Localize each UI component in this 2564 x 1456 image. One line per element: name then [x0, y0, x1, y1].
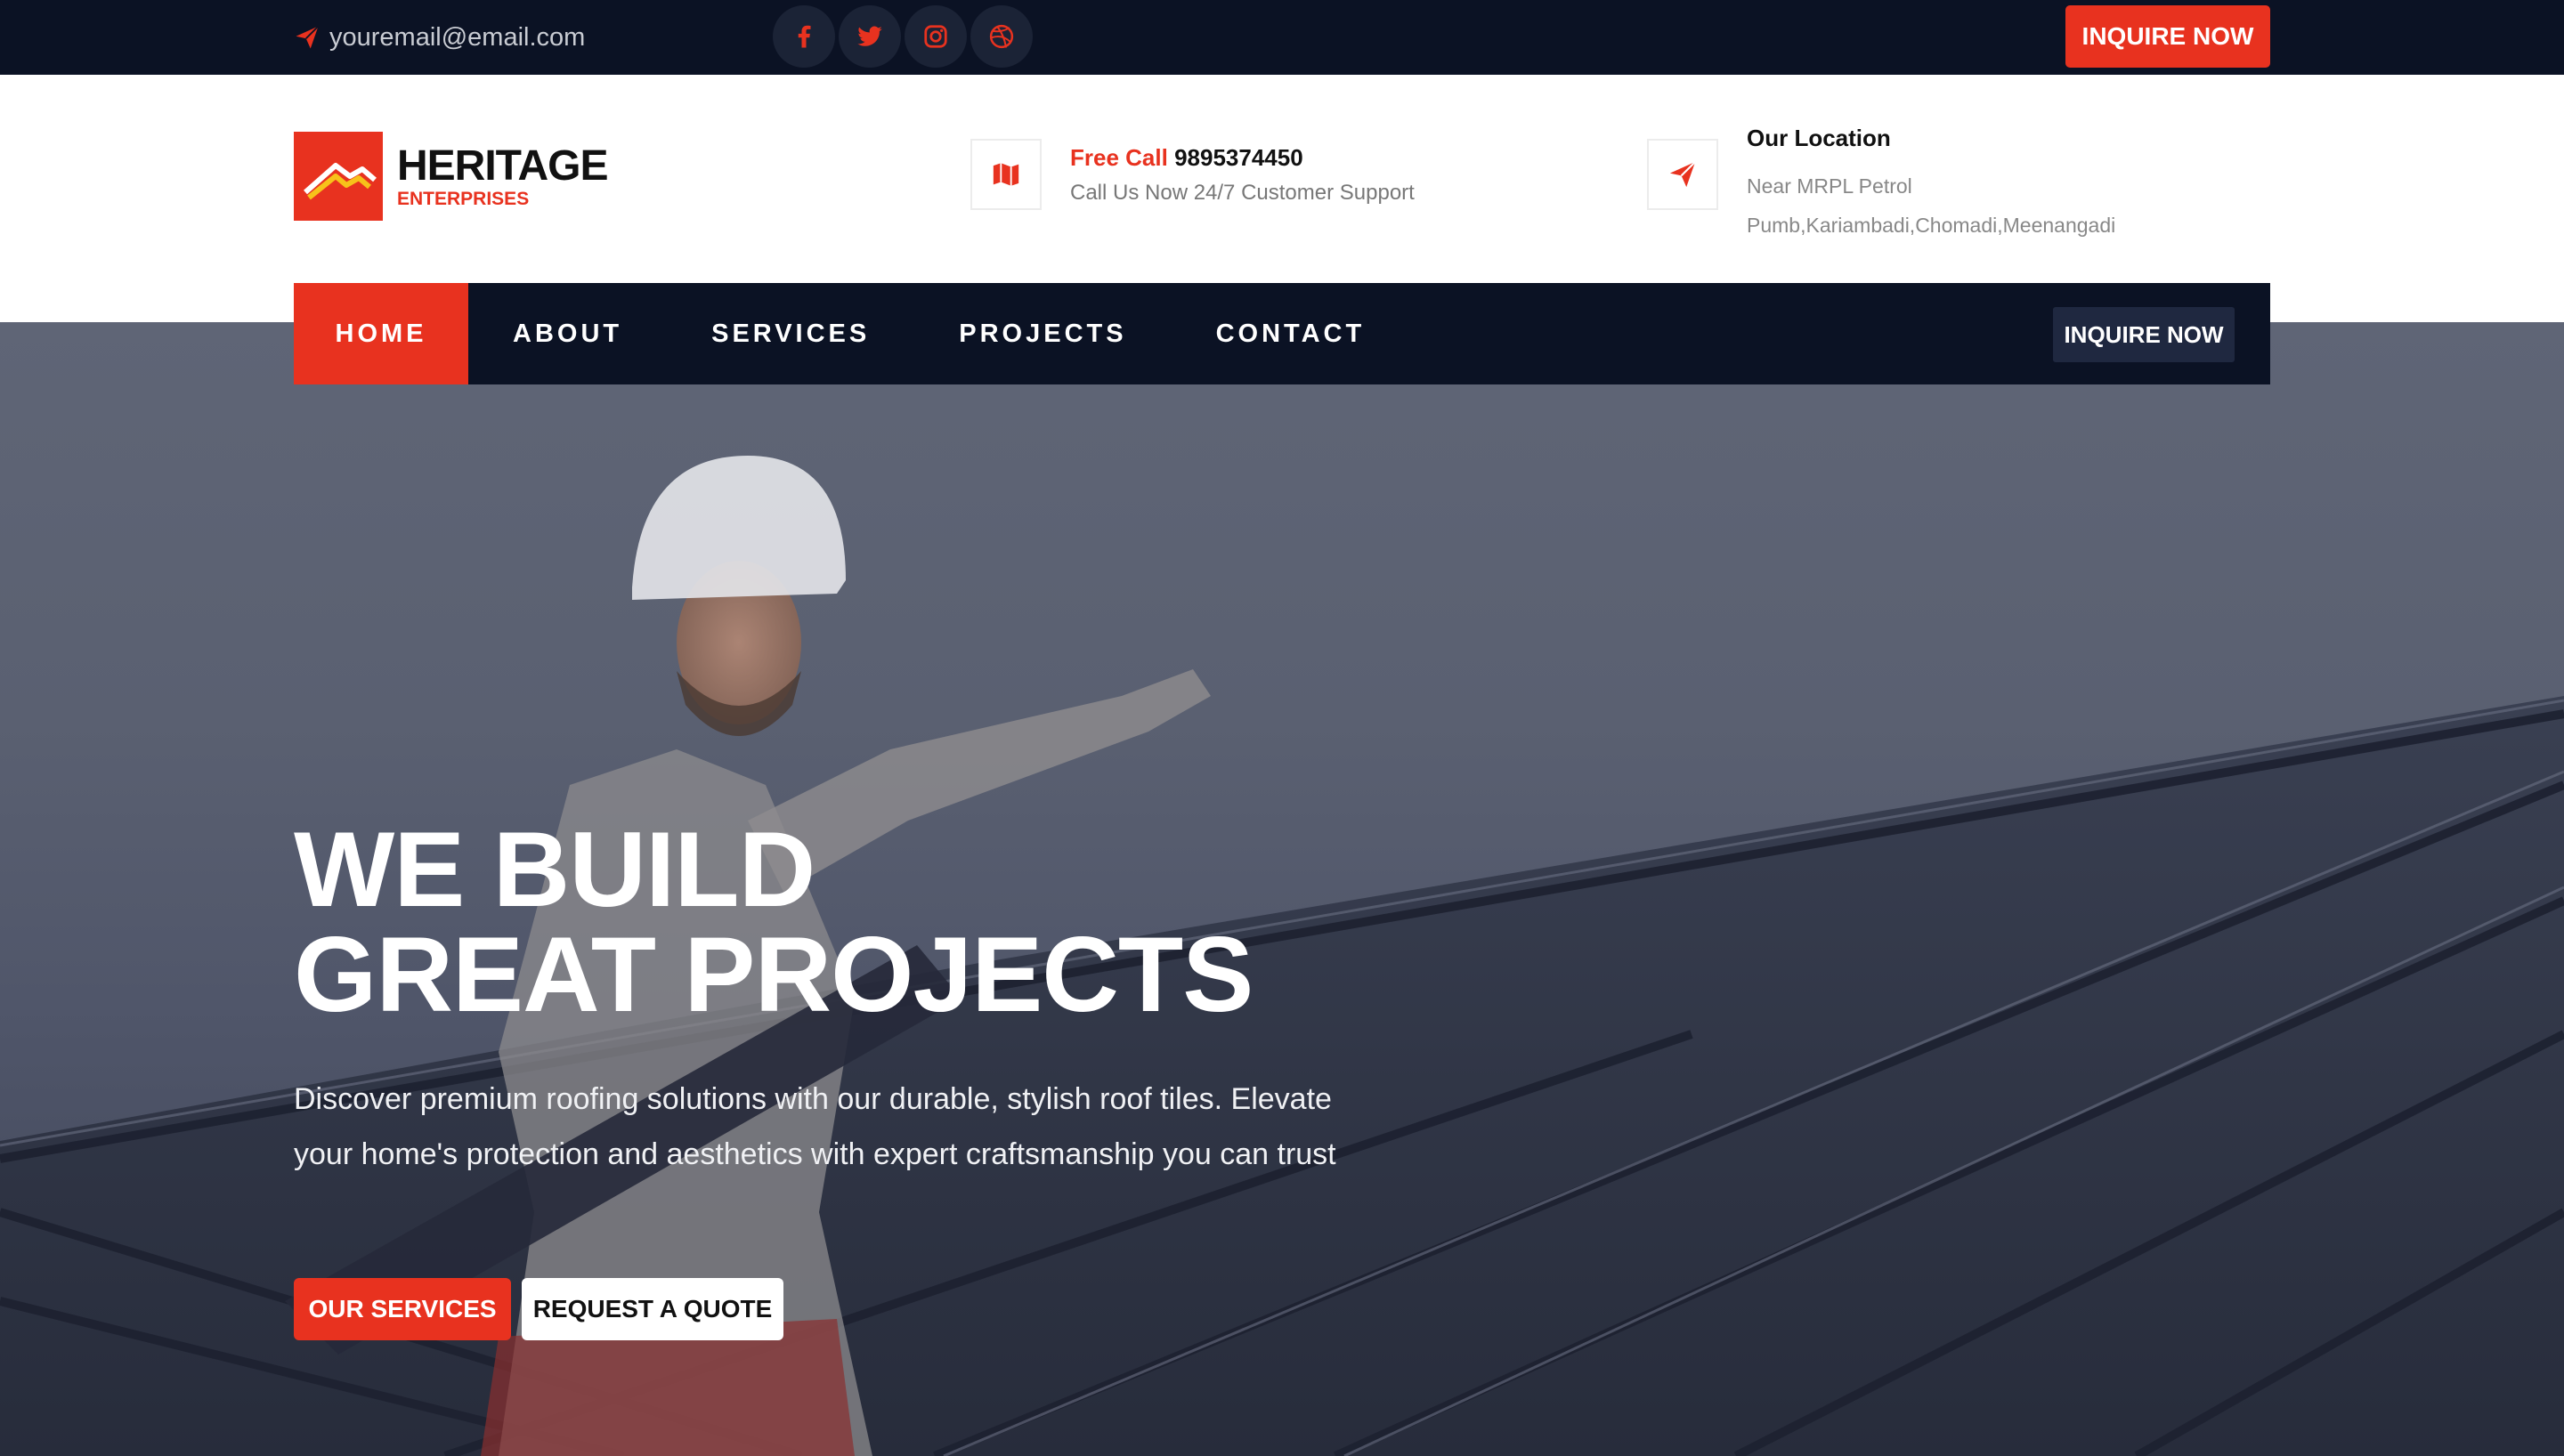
address-line-2: Pumb,Kariambadi,Chomadi,Meenangadi: [1747, 214, 2116, 237]
main-nav: HOME ABOUT SERVICES PROJECTS CONTACT INQ…: [294, 283, 2270, 384]
top-inquire-button[interactable]: INQUIRE NOW: [2065, 5, 2270, 68]
hero-title-line-2: GREAT PROJECTS: [294, 915, 1254, 1034]
map-icon: [993, 163, 1019, 186]
instagram-icon: [924, 25, 947, 48]
location-title: Our Location: [1747, 125, 1891, 151]
our-services-button[interactable]: OUR SERVICES: [294, 1278, 511, 1340]
paper-plane-icon: [296, 25, 320, 49]
hero-title-line-1: WE BUILD: [294, 810, 815, 929]
social-links: [773, 5, 1033, 68]
call-note: Call Us Now 24/7 Customer Support: [1070, 180, 1415, 205]
nav-contact[interactable]: CONTACT: [1172, 283, 1410, 384]
top-bar: youremail@email.com INQUIRE NOW: [0, 0, 2564, 75]
top-email[interactable]: youremail@email.com: [294, 18, 585, 57]
request-quote-button[interactable]: REQUEST A QUOTE: [522, 1278, 783, 1340]
site-logo[interactable]: HERITAGE ENTERPRISES: [294, 132, 608, 221]
facebook-link[interactable]: [773, 5, 835, 68]
email-text: youremail@email.com: [329, 22, 586, 52]
twitter-icon: [857, 26, 882, 46]
nav-projects[interactable]: PROJECTS: [914, 283, 1171, 384]
logo-roof-icon: [294, 132, 383, 221]
phone-number[interactable]: 9895374450: [1174, 144, 1303, 171]
hero-title: WE BUILD GREAT PROJECTS: [294, 810, 1254, 1034]
call-prefix: Free Call: [1070, 143, 1168, 171]
nav-services[interactable]: SERVICES: [667, 283, 914, 384]
location-icon-box: [1647, 139, 1718, 210]
call-icon-box: [970, 139, 1042, 210]
hero-buttons: OUR SERVICES REQUEST A QUOTE: [294, 1278, 783, 1340]
paper-plane-icon: [1669, 161, 1696, 188]
location-info: Our Location Near MRPL Petrol Pumb,Karia…: [1647, 125, 2115, 245]
instagram-link[interactable]: [905, 5, 967, 68]
dribbble-icon: [989, 24, 1014, 49]
hero-description: Discover premium roofing solutions with …: [294, 1082, 1336, 1171]
nav-home[interactable]: HOME: [294, 283, 468, 384]
dribbble-link[interactable]: [970, 5, 1033, 68]
twitter-link[interactable]: [839, 5, 901, 68]
brand-name: HERITAGE: [397, 142, 608, 190]
nav-about[interactable]: ABOUT: [468, 283, 667, 384]
brand-subtitle: ENTERPRISES: [397, 189, 530, 209]
nav-inquire-button[interactable]: INQUIRE NOW: [2053, 307, 2235, 362]
call-info: Free Call 9895374450 Call Us Now 24/7 Cu…: [970, 139, 1415, 210]
address-line-1: Near MRPL Petrol: [1747, 174, 1912, 198]
facebook-icon: [798, 25, 811, 48]
